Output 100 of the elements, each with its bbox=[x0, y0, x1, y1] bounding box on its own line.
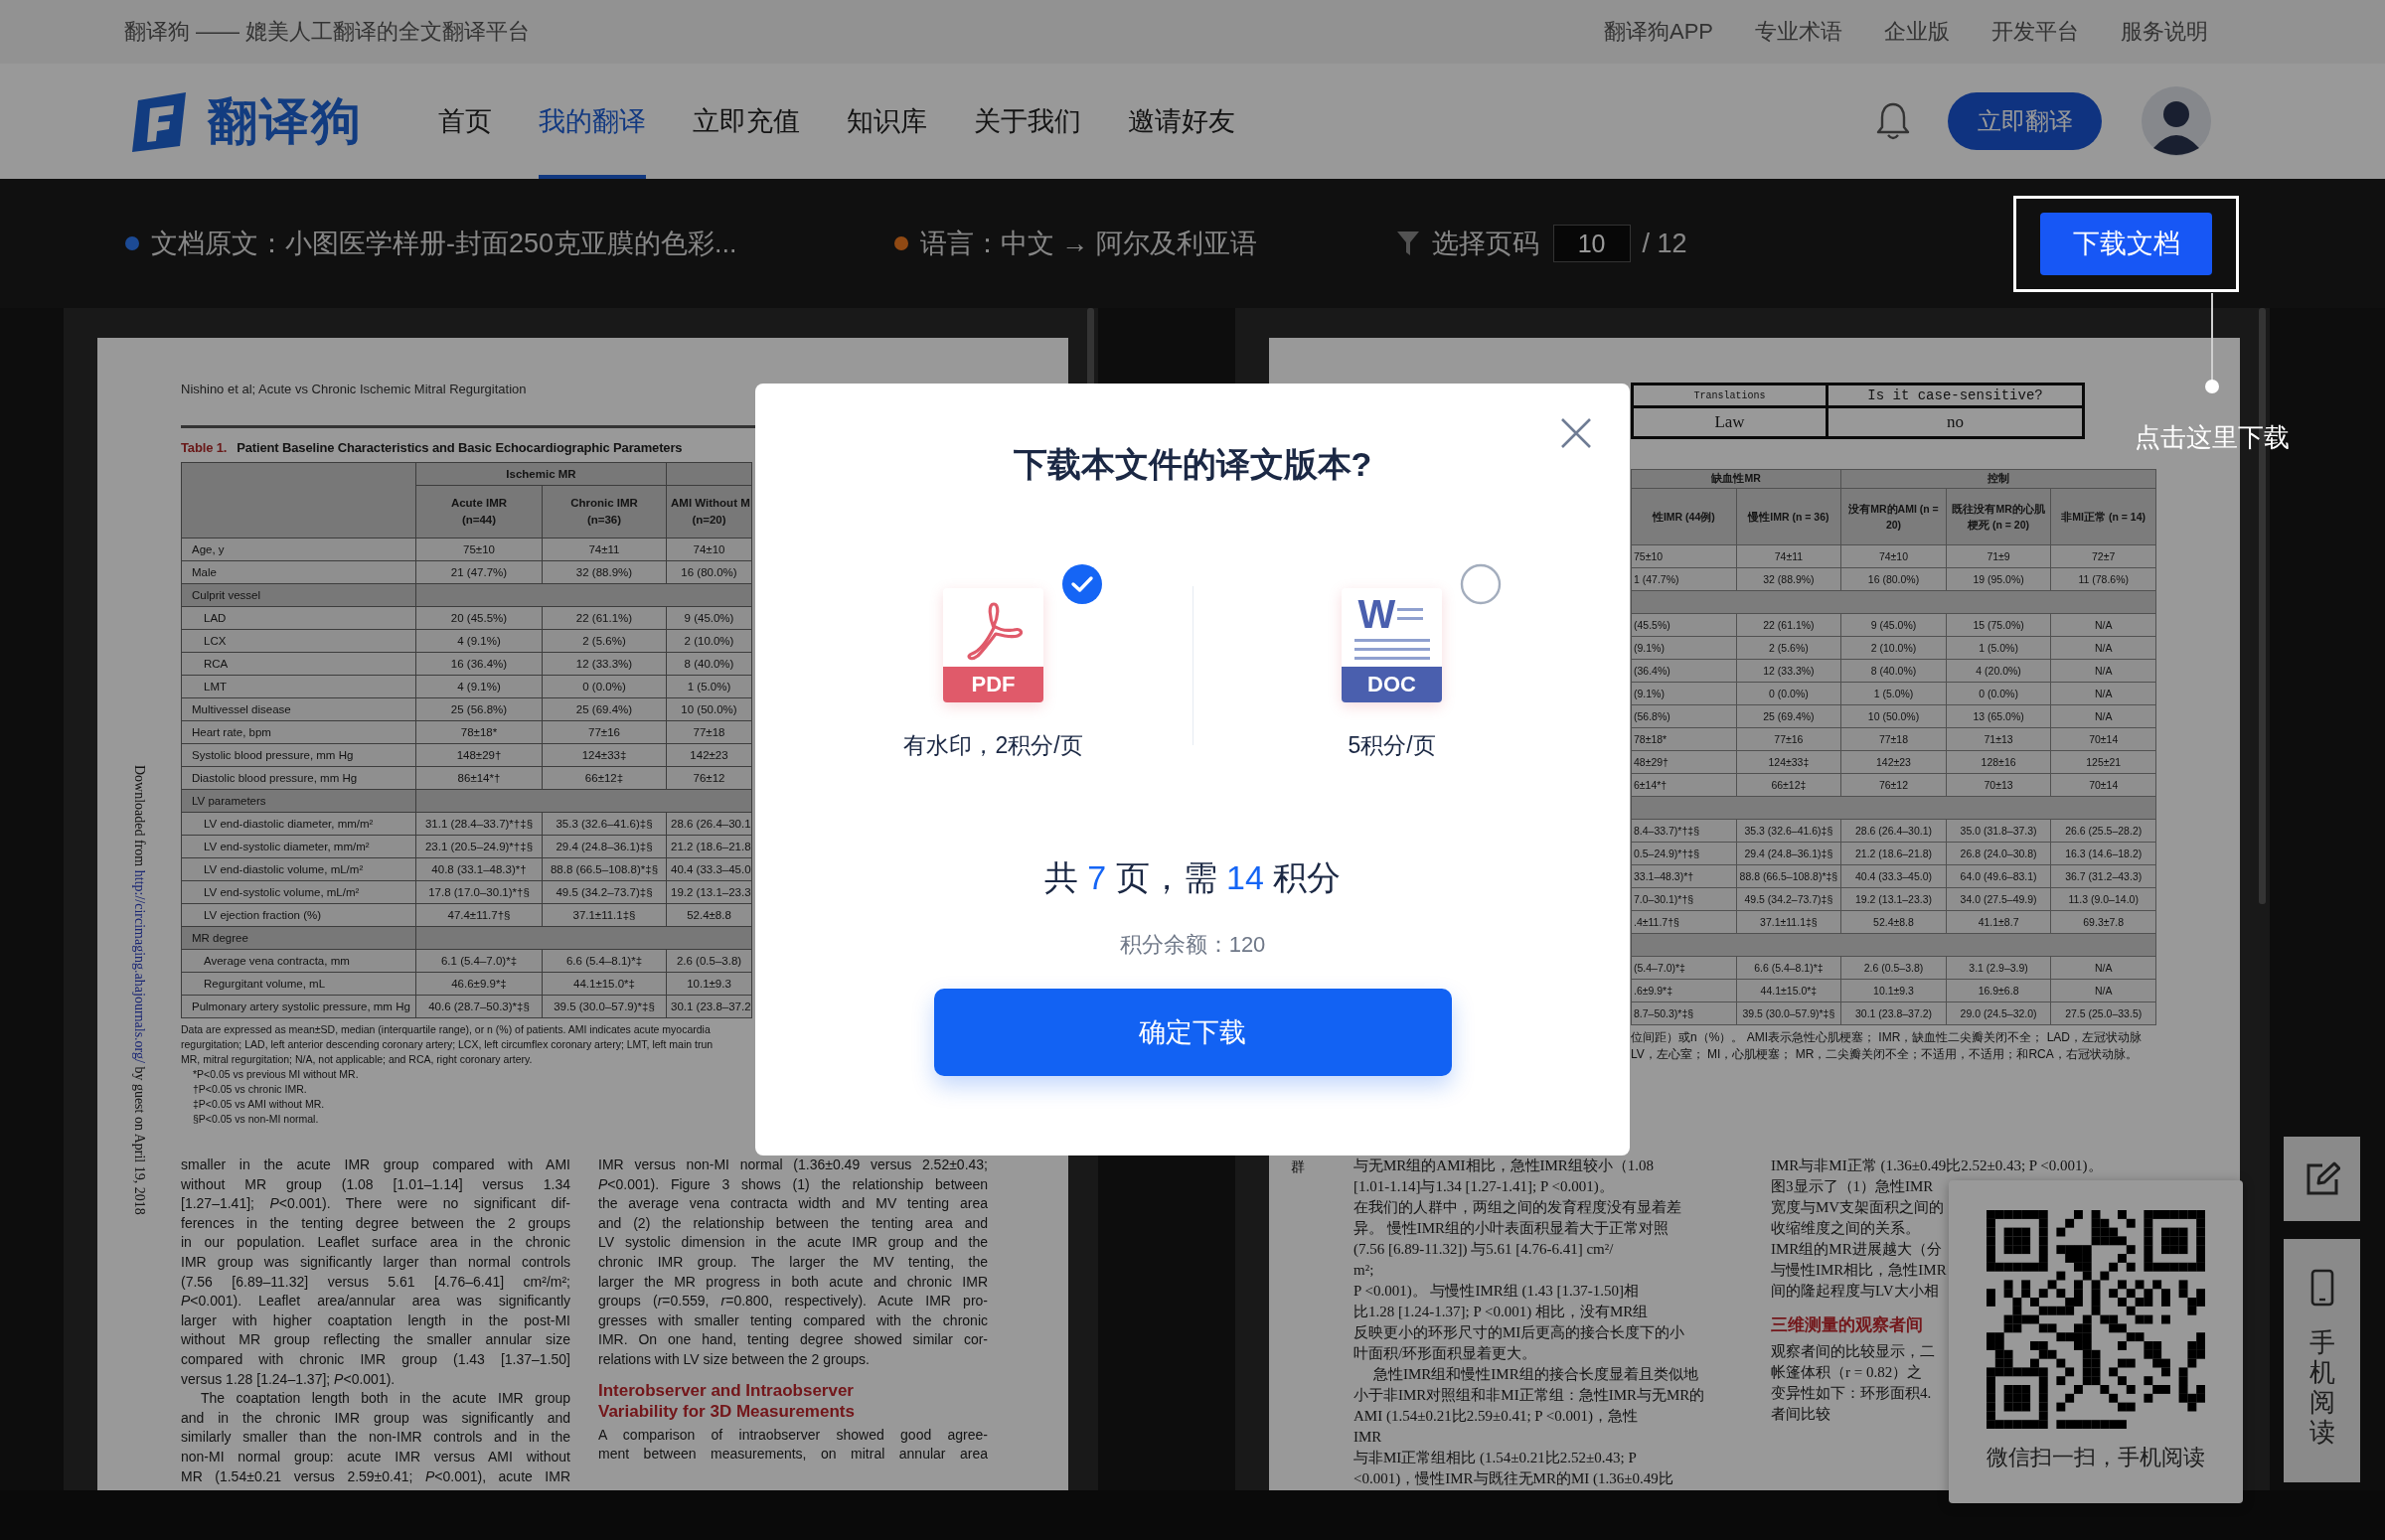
table-cell: (9.1%) bbox=[1631, 636, 1737, 660]
table-cell: 16 (36.4%) bbox=[415, 652, 543, 676]
paragraph: The coaptation length both in the acute IMR group and in the chronic IMR group was significantly and similarly smaller than the non-IMR controls and in the non-MI normal group: acute IMR versus AMI without MR (1.54±0.21 versus 2.59±0.41; P<0.001), acute IMR bbox=[181, 1389, 570, 1486]
logo-text: 翻译狗 bbox=[208, 91, 363, 151]
page-field[interactable]: 10 bbox=[1552, 225, 1631, 262]
table-cell: 25 (69.4%) bbox=[542, 697, 667, 721]
side-note-link[interactable]: http://circimaging.ahajournals.org/ bbox=[132, 869, 147, 1063]
table-cell: 74±11 bbox=[542, 538, 667, 561]
table-header: 慢性IMR (n = 36) bbox=[1736, 488, 1841, 545]
table-cell: .4±11.7†§ bbox=[1631, 910, 1737, 934]
translate-button[interactable]: 立即翻译 bbox=[1948, 92, 2102, 150]
checked-icon[interactable] bbox=[1061, 563, 1103, 605]
table-note: MR, mitral regurgitation; N/A, not applicable; and RCA, right coronary artery. bbox=[181, 1052, 534, 1067]
table-cell: (36.4%) bbox=[1631, 659, 1737, 683]
table-cell: LV ejection fraction (%) bbox=[181, 903, 416, 927]
table-header: Acute IMR (n=44) bbox=[415, 485, 543, 539]
table-cell: 20 (45.5%) bbox=[415, 606, 543, 630]
table-cell: 23.1 (20.5–24.9)*†‡§ bbox=[415, 835, 543, 858]
table-cell: Regurgitant volume, mL bbox=[181, 972, 416, 996]
filter-icon bbox=[1395, 231, 1420, 256]
nav-tab[interactable]: 知识库 bbox=[847, 64, 927, 179]
paragraph: IMR versus non-MI normal (1.36±0.49 versus 2.52±0.43; P<0.001). Figure 3 shows (1) the relationship between the average vena contracta width and MV tenting area and (2) the relationship between the tenting area and LV systolic dimension in the acute IMR group and the chronic IMR group. The larger the MV tenting, the larger the MR progress in both acute and chronic IMR groups (r=0.559, r=0.800, respectively). Acute IMR pro- gresses with smaller tenting compared with the chronic IMR. On one hand, tenting degree showed similar cor- relations with LV size between the 2 groups. bbox=[598, 1155, 988, 1369]
top-link[interactable]: 企业版 bbox=[1884, 17, 1950, 47]
paragraph: 急性IMR组和慢性IMR组的接合长度显着且类似地 小于非IMR对照组和非MI正常组：急性IMR与无MR的 AMI (1.54±0.21比2.59±0.41; P <0.001)，急性 IMR 与非MI正常组相比 (1.54±0.21比2.52±0.43; P <0.001)，慢性IMR与既往无MR的MI (1.36±0.49比 bbox=[1353, 1365, 1706, 1488]
side-note: 群 bbox=[1291, 1159, 1305, 1175]
table-cell: 1 (47.7%) bbox=[1631, 567, 1737, 591]
table-cell: 66±12‡ bbox=[542, 766, 667, 790]
paragraph: IMR与非MI正常 (1.36±0.49比2.52±0.43; P <0.001)。 图3显示了（1）急性IMR 宽度与MV支架面积之间的 收缩维度之间的关系。 IMR组的MR进展越大（分 与慢性IMR相比，急性IMR 间的隆起程度与LV大小相 bbox=[1771, 1156, 2103, 1301]
avatar bbox=[2142, 86, 2211, 156]
table-cell: 8.4–33.7)*†‡§ bbox=[1631, 819, 1737, 843]
table-cell: 35.3 (32.6–41.6)‡§ bbox=[542, 812, 667, 836]
table-cell: Diastolic blood pressure, mm Hg bbox=[181, 766, 416, 790]
table-cell: 17.8 (17.0–30.1)*†§ bbox=[415, 880, 543, 904]
top-link[interactable]: 开发平台 bbox=[1991, 17, 2079, 47]
page-total: / 12 bbox=[1642, 228, 1687, 259]
table-note: 位间距）或n（%）。 AMI表示急性心肌梗塞； IMR，缺血性二尖瓣关闭不全； LAD，左冠状动脉 bbox=[1631, 1029, 2144, 1046]
table-cell: LAD bbox=[181, 606, 416, 630]
table-note: *P<0.05 vs previous MI without MR. bbox=[192, 1067, 360, 1082]
table-cell: 46.6±9.9*‡ bbox=[415, 972, 543, 996]
section-heading: 三维测量的观察者间 bbox=[1771, 1314, 1924, 1336]
top-link[interactable]: 专业术语 bbox=[1755, 17, 1842, 47]
table-header: Chronic IMR (n=36) bbox=[542, 485, 667, 539]
table-cell: 44.1±15.0*‡ bbox=[542, 972, 667, 996]
table-cell: LV end-diastolic diameter, mm/m² bbox=[181, 812, 416, 836]
table-cell: 124±33‡ bbox=[542, 743, 667, 767]
table-cell: LV end-diastolic volume, mL/m² bbox=[181, 857, 416, 881]
nav-tab[interactable]: 首页 bbox=[438, 64, 492, 179]
table-cell: Culprit vessel bbox=[181, 583, 416, 607]
radio-icon[interactable] bbox=[1460, 563, 1502, 605]
table-cell: 6.1 (5.4–7.0)*‡ bbox=[415, 949, 543, 973]
table-number: Table 1. bbox=[181, 440, 228, 455]
table-cell: 88.8 (66.5–108.8)*‡§ bbox=[542, 857, 667, 881]
table-cell: 77±16 bbox=[542, 720, 667, 744]
table-cell: Systolic blood pressure, mm Hg bbox=[181, 743, 416, 767]
table-cell: 78±18* bbox=[1631, 727, 1737, 751]
table-cell: LV end-systolic volume, mL/m² bbox=[181, 880, 416, 904]
table-cell: (5.4–7.0)*‡ bbox=[1631, 956, 1737, 980]
table-cell: Age, y bbox=[181, 538, 416, 561]
top-link[interactable]: 服务说明 bbox=[2121, 17, 2208, 47]
dialog-title: 下载本文件的译文版本? bbox=[1013, 444, 1372, 485]
table-cell: 33.1–48.3)*† bbox=[1631, 864, 1737, 888]
table-cell: 6±14*† bbox=[1631, 773, 1737, 797]
confirm-download-button[interactable]: 确定下载 bbox=[933, 989, 1452, 1076]
section-heading: Interobserver and Intraobserver Variability for 3D Measurements bbox=[598, 1379, 856, 1422]
table-header: Is it case-sensitive? bbox=[1827, 384, 2084, 407]
table-cell: MR degree bbox=[181, 926, 416, 950]
table-cell: (45.5%) bbox=[1631, 613, 1737, 637]
table-cell: LV end-systolic diameter, mm/m² bbox=[181, 835, 416, 858]
table-cell: 32 (88.9%) bbox=[542, 560, 667, 584]
top-link[interactable]: 翻译狗APP bbox=[1603, 17, 1713, 47]
table-cell: 37.1±11.1‡§ bbox=[542, 903, 667, 927]
table-note: ‡P<0.05 vs AMI without MR. bbox=[192, 1097, 326, 1112]
nav-tab[interactable]: 立即充值 bbox=[693, 64, 800, 179]
qr-caption: 微信扫一扫，手机阅读 bbox=[1987, 1444, 2205, 1471]
table-cell: 4 (9.1%) bbox=[415, 629, 543, 653]
table-cell: 40.8 (33.1–48.3)*† bbox=[415, 857, 543, 881]
table-cell: 29.4 (24.8–36.1)‡§ bbox=[542, 835, 667, 858]
table-cell: LV parameters bbox=[181, 789, 416, 813]
table-cell: 2 (5.6%) bbox=[542, 629, 667, 653]
notification-bell-icon bbox=[1876, 101, 1910, 141]
table-cell: 22 (61.1%) bbox=[542, 606, 667, 630]
table-cell: 48±29† bbox=[1631, 750, 1737, 774]
mobile-read-button[interactable]: 手机阅读 bbox=[2284, 1239, 2360, 1482]
table-cell: 7.0–30.1)*†§ bbox=[1631, 887, 1737, 911]
table-cell: 6.6 (5.4–8.1)*‡ bbox=[542, 949, 667, 973]
edit-button[interactable] bbox=[2284, 1137, 2360, 1221]
paragraph: smaller in the acute IMR group compared with AMI without MR group (1.08 [1.01–1.14] versus 1.34 [1.27–1.41]; P<0.001). There were no significant dif- ferences in the tenting degree between the 2 groups in our population. Leaflet surface area in the chronic IMR group was significantly larger than normal controls (7.56 [6.89–11.32] versus 5.61 [4.76–6.41] cm²/m²; P<0.001). Leaflet area/annular area was significantly larger with higher coaptation length in the post-MI without MR group reflecting the smaller annular size compared with chronic IMR group (1.43 [1.37–1.50] versus 1.28 [1.24–1.37]; P<0.001). bbox=[181, 1155, 570, 1389]
close-button[interactable] bbox=[1560, 417, 1592, 449]
table-header: 既往没有MR的心肌梗死 (n = 20) bbox=[1946, 488, 2051, 545]
table-cell: (9.1%) bbox=[1631, 682, 1737, 705]
phone-icon bbox=[2309, 1269, 2334, 1307]
table-cell: Law bbox=[1632, 406, 1828, 438]
table-cell: 8.7–50.3)*‡§ bbox=[1631, 1001, 1737, 1025]
table-header: 非MI正常 (n = 14) bbox=[2050, 488, 2156, 545]
nav-tab[interactable]: 关于我们 bbox=[974, 64, 1081, 179]
table-cell: 0 (0.0%) bbox=[542, 675, 667, 698]
table-note: regurgitation; LAD, left anterior descending coronary artery; LCX, left circumflex coronary artery; LMT, left main trun bbox=[181, 1037, 715, 1052]
nav-tab[interactable]: 邀请好友 bbox=[1128, 64, 1235, 179]
table-cell: 12 (33.3%) bbox=[542, 652, 667, 676]
download-button[interactable]: 下载文档 bbox=[2040, 212, 2212, 275]
